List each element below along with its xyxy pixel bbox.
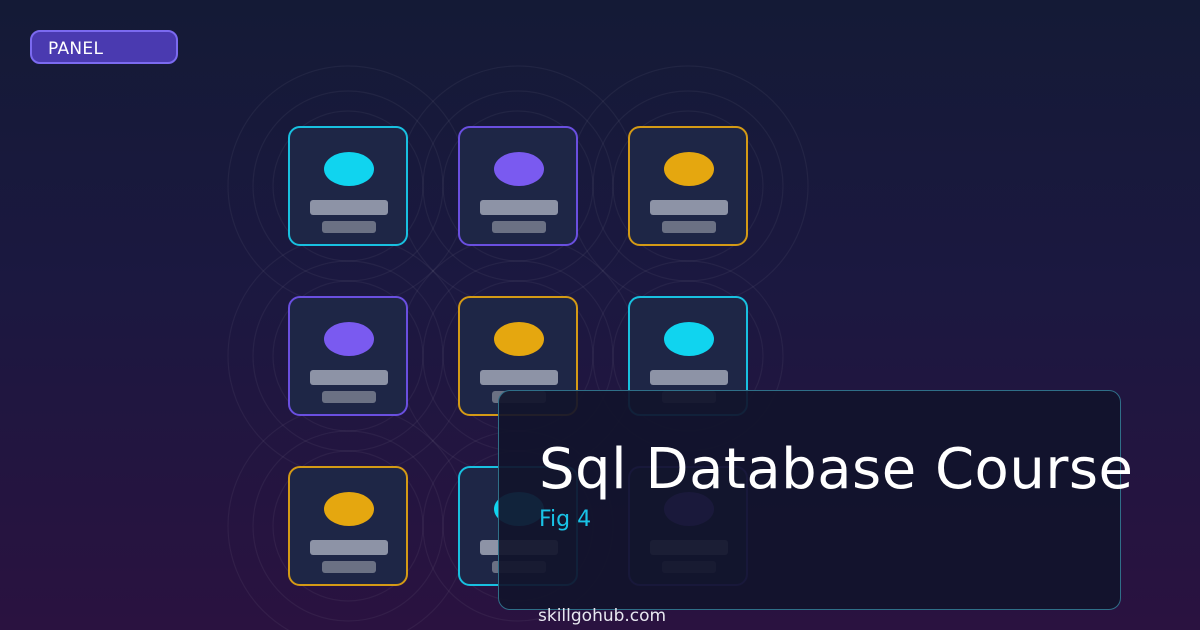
card-subtext-placeholder bbox=[662, 221, 716, 233]
title-panel: Sql Database Course Fig 4 bbox=[498, 390, 1133, 610]
card-circle-icon bbox=[664, 152, 714, 186]
card-subtext-placeholder bbox=[322, 561, 376, 573]
card-text-placeholder bbox=[310, 370, 388, 385]
card-subtext-placeholder bbox=[322, 221, 376, 233]
page-title: Sql Database Course bbox=[539, 437, 1134, 502]
card-circle-icon bbox=[324, 152, 374, 186]
card-subtext-placeholder bbox=[492, 221, 546, 233]
card-text-placeholder bbox=[650, 200, 728, 215]
panel-badge: PANEL bbox=[30, 30, 178, 64]
grid-card bbox=[458, 126, 578, 246]
grid-card bbox=[288, 466, 408, 586]
card-subtext-placeholder bbox=[322, 391, 376, 403]
figure-label: Fig 4 bbox=[539, 507, 592, 532]
grid-card bbox=[288, 296, 408, 416]
card-text-placeholder bbox=[480, 370, 558, 385]
card-circle-icon bbox=[494, 152, 544, 186]
card-text-placeholder bbox=[310, 540, 388, 555]
card-circle-icon bbox=[324, 492, 374, 526]
card-circle-icon bbox=[324, 322, 374, 356]
card-circle-icon bbox=[494, 322, 544, 356]
site-domain: skillgohub.com bbox=[538, 606, 667, 626]
card-text-placeholder bbox=[310, 200, 388, 215]
card-text-placeholder bbox=[480, 200, 558, 215]
grid-card bbox=[288, 126, 408, 246]
card-circle-icon bbox=[664, 322, 714, 356]
grid-card bbox=[628, 126, 748, 246]
card-text-placeholder bbox=[650, 370, 728, 385]
